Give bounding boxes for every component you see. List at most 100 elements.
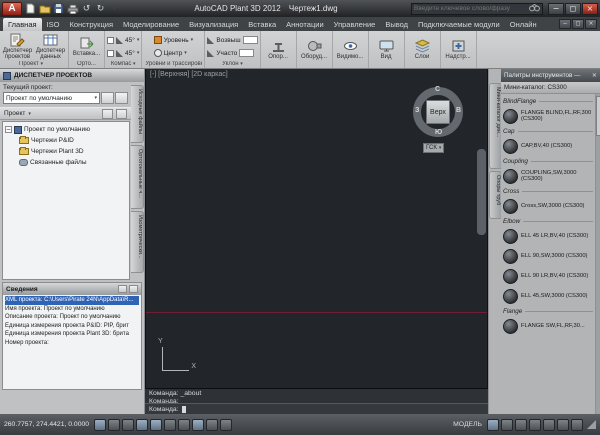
- layout-button[interactable]: [501, 418, 513, 431]
- ortho-button[interactable]: [122, 418, 135, 431]
- palette-tool[interactable]: FLANGE SW,FL,RF,30...: [503, 317, 593, 335]
- panel-label-ortho[interactable]: Орто...: [71, 61, 102, 68]
- tab-pipe-supports[interactable]: Опоры труб: [489, 171, 501, 219]
- active-palette-name[interactable]: Мини-каталог: CS300: [501, 82, 600, 94]
- project-browse-button[interactable]: [115, 92, 128, 104]
- tree-item-related-files[interactable]: Связанные файлы: [5, 157, 127, 168]
- doc-close-button[interactable]: ×: [585, 19, 597, 29]
- lineweight-button[interactable]: [206, 418, 219, 431]
- detail-line[interactable]: Номер проекта:: [5, 339, 139, 348]
- palette-tool[interactable]: FLANGE BLIND,FL,RF,300 (CS300): [503, 107, 593, 125]
- save-icon[interactable]: [52, 2, 65, 15]
- quick-properties-button[interactable]: [220, 418, 233, 431]
- palette-tool[interactable]: CAP,BV,40 (CS300): [503, 137, 593, 155]
- new-file-icon[interactable]: [24, 2, 37, 15]
- palette-tool[interactable]: Cross,SW,3000 (CS300): [503, 197, 593, 215]
- detail-line[interactable]: Единица измерения проекта P&ID: PIP, бри…: [5, 322, 139, 331]
- addins-button[interactable]: Надстр...: [443, 39, 474, 61]
- current-project-dropdown[interactable]: Проект по умолчанию ▾: [3, 92, 100, 104]
- tab-isometric-drawings[interactable]: Изометрически...: [131, 211, 144, 273]
- binoculars-search-icon[interactable]: [529, 3, 540, 14]
- doc-restore-button[interactable]: ◻: [572, 19, 584, 29]
- chevron-down-icon[interactable]: ▾: [137, 37, 140, 43]
- data-manager-button[interactable]: Диспетчер данных: [35, 33, 66, 61]
- tab-annotate[interactable]: Аннотации: [281, 18, 329, 31]
- palette-tool[interactable]: ELL 45 LR,BV,40 (CS300): [503, 227, 593, 245]
- tab-iso[interactable]: ISO: [42, 18, 65, 31]
- section-name[interactable]: Flange: [503, 308, 522, 315]
- view-cube[interactable]: С З В Ю Верх ГСК ▾: [409, 81, 467, 153]
- project-refresh-button[interactable]: [101, 92, 114, 104]
- doc-minimize-button[interactable]: −: [559, 19, 571, 29]
- chevron-down-icon[interactable]: ▾: [137, 50, 140, 56]
- dynamic-ucs-button[interactable]: [178, 418, 191, 431]
- tree-item-project-root[interactable]: − Проект по умолчанию: [5, 124, 127, 135]
- snap-button[interactable]: [94, 418, 107, 431]
- center-dropdown[interactable]: Центр ▾: [153, 48, 194, 59]
- tab-insert[interactable]: Вставка: [243, 18, 281, 31]
- detail-line[interactable]: Единица измерения проекта Plant 3D: брит…: [5, 330, 139, 339]
- section-name[interactable]: Cross: [503, 188, 519, 195]
- plot-icon[interactable]: [66, 2, 79, 15]
- layers-button[interactable]: Слои: [407, 39, 438, 61]
- checkbox-icon[interactable]: [107, 36, 114, 44]
- section-name[interactable]: Cap: [503, 128, 515, 135]
- redo-icon[interactable]: ↻: [94, 2, 107, 15]
- tab-home[interactable]: Главная: [3, 18, 42, 31]
- maximize-button[interactable]: ◻: [565, 2, 581, 15]
- tab-manage[interactable]: Управление: [329, 18, 381, 31]
- project-tree[interactable]: − Проект по умолчанию Чертежи P&ID Черте…: [2, 121, 130, 280]
- quick-view-drawings-button[interactable]: [529, 418, 541, 431]
- polar-tracking-button[interactable]: [136, 418, 149, 431]
- elevation-input[interactable]: [242, 36, 258, 44]
- object-snap-tracking-button[interactable]: [164, 418, 177, 431]
- close-button[interactable]: ×: [582, 2, 598, 15]
- lock-button[interactable]: [571, 418, 583, 431]
- coordinates-readout[interactable]: 260.7757, 274.4421, 0.0000: [4, 421, 89, 428]
- navigation-bar[interactable]: [477, 149, 486, 235]
- view-button[interactable]: Вид: [371, 39, 402, 61]
- compass-snap-top-row[interactable]: 45° ▾: [107, 35, 139, 46]
- palette-tool[interactable]: ELL 45,SW,3000 (CS300): [503, 287, 593, 305]
- visibility-button[interactable]: Видимо...: [335, 39, 366, 61]
- details-copy-icon[interactable]: [129, 285, 138, 293]
- run-input[interactable]: [239, 49, 255, 57]
- qat-dropdown-icon[interactable]: ▾: [108, 2, 121, 15]
- workspace-switching-button[interactable]: [557, 418, 569, 431]
- annotation-scale-button[interactable]: [543, 418, 555, 431]
- compass-west-label[interactable]: З: [415, 107, 419, 114]
- model-space-button[interactable]: [487, 418, 499, 431]
- tab-dynamic-spec[interactable]: Мини-каталог дин...: [489, 83, 501, 169]
- palette-tool[interactable]: ELL 90 LR,BV,40 (CS300): [503, 267, 593, 285]
- command-history[interactable]: Команда: _about Команда:: [145, 389, 488, 404]
- palette-tool[interactable]: ELL 90,SW,3000 (CS300): [503, 247, 593, 265]
- detail-line[interactable]: XML проекта: C:\Users\Pirate 24N\AppData…: [5, 296, 139, 305]
- section-name[interactable]: BlindFlange: [503, 98, 536, 105]
- viewcube-top-face[interactable]: Верх: [426, 100, 450, 124]
- details-refresh-icon[interactable]: [118, 285, 127, 293]
- open-file-icon[interactable]: [38, 2, 51, 15]
- refresh-tree-button[interactable]: [116, 108, 127, 119]
- compass-east-label[interactable]: В: [456, 107, 461, 114]
- tree-item-plant3d-drawings[interactable]: Чертежи Plant 3D: [5, 146, 127, 157]
- project-toolbar-label[interactable]: Проект: [4, 110, 25, 117]
- detail-line[interactable]: Имя проекта: Проект по умолчанию: [5, 305, 139, 314]
- section-name[interactable]: Elbow: [503, 218, 520, 225]
- search-input[interactable]: [414, 5, 527, 12]
- close-icon[interactable]: ×: [592, 72, 597, 79]
- scrollbar-thumb[interactable]: [596, 96, 600, 136]
- tab-online[interactable]: Онлайн: [505, 18, 542, 31]
- viewport-controls[interactable]: [-] [Верхняя] [2D каркас]: [150, 71, 228, 78]
- tree-item-pid-drawings[interactable]: Чертежи P&ID: [5, 135, 127, 146]
- tree-expander-icon[interactable]: −: [5, 126, 12, 133]
- palette-scrollbar[interactable]: [595, 94, 600, 414]
- insert-ortho-view-button[interactable]: Вставка...: [71, 36, 102, 58]
- command-input[interactable]: Команда:: [145, 404, 488, 414]
- panel-label-compass[interactable]: Компас ▾: [107, 61, 139, 68]
- panel-label-slope[interactable]: Уклон ▾: [207, 61, 257, 68]
- tab-plugins[interactable]: Подключаемые модули: [413, 18, 505, 31]
- palette-tool[interactable]: COUPLING,SW,3000 (CS300): [503, 167, 593, 185]
- tool-palettes-titlebar[interactable]: Палитры инструментов — ×: [501, 69, 600, 82]
- project-manager-button[interactable]: Диспетчер проектов: [2, 33, 33, 61]
- object-snap-button[interactable]: [150, 418, 163, 431]
